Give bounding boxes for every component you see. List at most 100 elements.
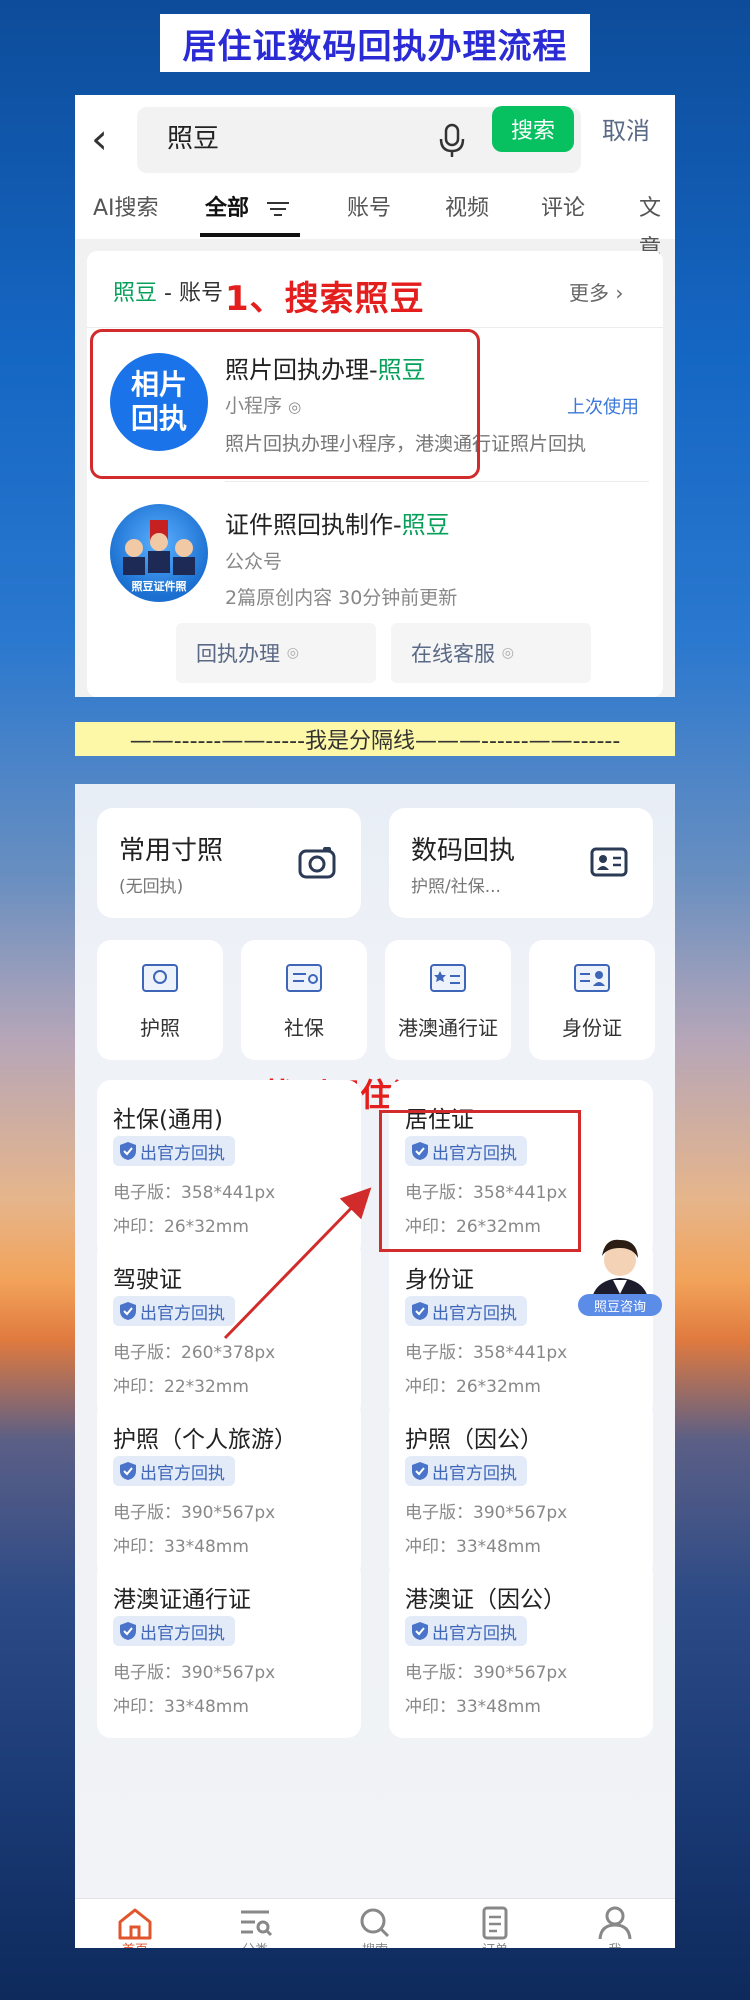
- tab-ai-search[interactable]: AI搜索: [93, 189, 159, 229]
- last-used-tag: 上次使用: [567, 397, 639, 418]
- electronic-size: 电子版：390*567px: [113, 1503, 276, 1523]
- print-size: 冲印：33*48mm: [405, 1697, 541, 1717]
- nav-profile[interactable]: 我: [555, 1905, 675, 1948]
- document-name: 护照（因公）: [405, 1427, 543, 1453]
- nav-orders[interactable]: 订单: [435, 1905, 555, 1948]
- electronic-size: 电子版：390*567px: [113, 1663, 276, 1683]
- category-label: 护照: [140, 1016, 180, 1040]
- nav-label: 搜索: [362, 1939, 388, 1948]
- separator-banner: ——------——-----我是分隔线———------——------: [75, 722, 675, 756]
- official-receipt-badge: 出官方回执: [405, 1616, 527, 1646]
- page-title: 居住证数码回执办理流程: [160, 14, 590, 72]
- tab-comments[interactable]: 评论: [541, 189, 585, 229]
- official-receipt-badge: 出官方回执: [113, 1136, 235, 1166]
- tab-accounts[interactable]: 账号: [347, 189, 391, 229]
- online-support-button[interactable]: 在线客服 ◎: [391, 623, 591, 683]
- electronic-size: 电子版：260*378px: [113, 1343, 276, 1363]
- document-type-card[interactable]: 社保(通用) 出官方回执电子版：358*441px 冲印：26*32mm: [97, 1080, 361, 1258]
- home-icon: [118, 1908, 152, 1940]
- category-passport[interactable]: 护照: [97, 940, 223, 1060]
- id-card-icon: [590, 847, 628, 877]
- passport-icon: [142, 964, 178, 992]
- document-type-card[interactable]: 护照（个人旅游） 出官方回执电子版：390*567px 冲印：33*48mm: [97, 1400, 361, 1578]
- print-size: 冲印：33*48mm: [113, 1537, 249, 1557]
- card-title: 数码回执: [411, 836, 516, 866]
- document-name: 护照（个人旅游）: [113, 1427, 297, 1453]
- person-icon: [598, 1906, 632, 1940]
- official-account-avatar[interactable]: 照豆证件照: [110, 504, 208, 602]
- highlight-box-mini-program: [90, 329, 480, 479]
- filter-icon[interactable]: [267, 201, 289, 217]
- nav-label: 我: [608, 1939, 621, 1948]
- list-search-icon: [241, 1910, 273, 1937]
- search-icon: [360, 1908, 390, 1938]
- consult-button[interactable]: 照豆咨询: [578, 1294, 662, 1316]
- search-input[interactable]: [167, 111, 387, 167]
- print-size: 冲印：33*48mm: [113, 1697, 249, 1717]
- social-security-card-icon: [286, 964, 322, 992]
- search-button[interactable]: 搜索: [492, 106, 574, 152]
- document-name: 港澳证通行证: [113, 1587, 251, 1613]
- receipt-service-button[interactable]: 回执办理 ◎: [176, 623, 376, 683]
- shield-check-icon: [120, 1302, 136, 1320]
- category-hk-macau-permit[interactable]: 港澳通行证: [385, 940, 511, 1060]
- tab-articles[interactable]: 文章: [639, 189, 675, 261]
- category-social-security[interactable]: 社保: [241, 940, 367, 1060]
- shield-check-icon: [412, 1622, 428, 1640]
- search-results-screenshot: ‹ 搜索 取消 AI搜索 全部 账号 视频 评论 文章 照豆 - 账号 1、搜索…: [75, 95, 675, 697]
- shield-check-icon: [412, 1462, 428, 1480]
- step-1-annotation: 1、搜索照豆: [225, 279, 425, 319]
- category-label: 港澳通行证: [398, 1016, 498, 1040]
- tab-all[interactable]: 全部: [205, 189, 249, 229]
- print-size: 冲印：26*32mm: [113, 1217, 249, 1237]
- nav-category[interactable]: 分类: [195, 1905, 315, 1948]
- official-receipt-badge: 出官方回执: [405, 1296, 527, 1326]
- official-receipt-badge: 出官方回执: [113, 1296, 235, 1326]
- official-receipt-badge: 出官方回执: [113, 1456, 235, 1486]
- section-title: 照豆 - 账号: [113, 281, 223, 306]
- verified-icon: ◎: [286, 645, 299, 661]
- official-account-type: 公众号: [225, 551, 283, 573]
- card-subtitle: (无回执): [119, 877, 184, 897]
- nav-label: 订单: [482, 1939, 508, 1948]
- category-label: 社保: [284, 1016, 324, 1040]
- official-receipt-badge: 出官方回执: [113, 1616, 235, 1646]
- highlight-box-residence-permit: [379, 1110, 581, 1252]
- cancel-button[interactable]: 取消: [602, 111, 650, 151]
- category-label: 身份证: [562, 1016, 622, 1040]
- card-title: 常用寸照: [119, 836, 224, 866]
- document-type-card[interactable]: 港澳证通行证出官方回执电子版：390*567px 冲印：33*48mm: [97, 1560, 361, 1738]
- more-link[interactable]: 更多 ›: [569, 277, 623, 306]
- app-screenshot: 常用寸照 (无回执) 数码回执 护照/社保... 护照 社保 港澳通行证 身份证: [75, 784, 675, 1948]
- document-name: 港澳证（因公）: [405, 1587, 566, 1613]
- shield-check-icon: [120, 1142, 136, 1160]
- document-type-card[interactable]: 驾驶证 出官方回执 电子版：260*378px 冲印：22*32mm: [97, 1240, 361, 1418]
- shield-check-icon: [120, 1462, 136, 1480]
- digital-receipt-card[interactable]: 数码回执 护照/社保...: [389, 808, 653, 918]
- category-id-card[interactable]: 身份证: [529, 940, 655, 1060]
- standard-photo-card[interactable]: 常用寸照 (无回执): [97, 808, 361, 918]
- print-size: 冲印：26*32mm: [405, 1377, 541, 1397]
- document-name: 身份证: [405, 1267, 474, 1293]
- official-account-stats: 2篇原创内容 30分钟前更新: [225, 587, 458, 609]
- electronic-size: 电子版：358*441px: [113, 1183, 276, 1203]
- print-size: 冲印：22*32mm: [113, 1377, 249, 1397]
- document-type-card[interactable]: 护照（因公） 出官方回执电子版：390*567px 冲印：33*48mm: [389, 1400, 653, 1578]
- shield-check-icon: [120, 1622, 136, 1640]
- chevron-right-icon: ›: [615, 281, 624, 305]
- microphone-icon[interactable]: [437, 123, 467, 159]
- nav-home[interactable]: 首页: [75, 1905, 195, 1948]
- card-subtitle: 护照/社保...: [411, 877, 501, 897]
- electronic-size: 电子版：390*567px: [405, 1663, 568, 1683]
- document-name: 社保(通用): [113, 1107, 223, 1133]
- tab-videos[interactable]: 视频: [445, 189, 489, 229]
- electronic-size: 电子版：390*567px: [405, 1503, 568, 1523]
- document-icon: [482, 1906, 508, 1940]
- travel-permit-icon: [430, 964, 466, 992]
- print-size: 冲印：33*48mm: [405, 1537, 541, 1557]
- official-account-title[interactable]: 证件照回执制作-照豆: [225, 505, 450, 540]
- official-receipt-badge: 出官方回执: [405, 1456, 527, 1486]
- document-type-card[interactable]: 港澳证（因公） 出官方回执电子版：390*567px 冲印：33*48mm: [389, 1560, 653, 1738]
- nav-search[interactable]: 搜索: [315, 1905, 435, 1948]
- back-chevron-icon[interactable]: ‹: [91, 115, 131, 165]
